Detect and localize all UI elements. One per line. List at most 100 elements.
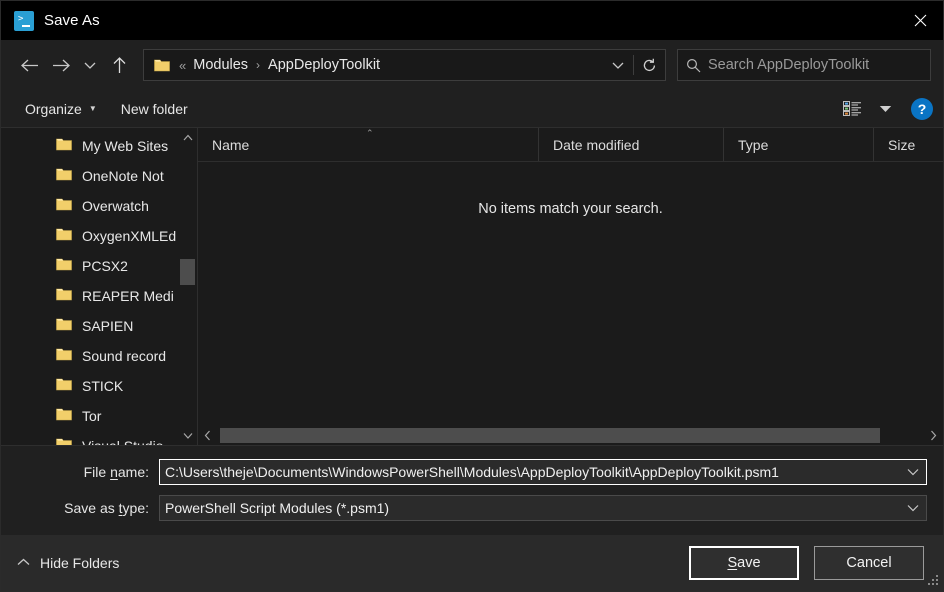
recent-locations-chevron-down-icon[interactable] — [77, 49, 103, 81]
save-as-type-row: Save as type: PowerShell Script Modules … — [17, 494, 927, 522]
tree-item-label: PCSX2 — [82, 258, 128, 274]
help-button[interactable]: ? — [911, 97, 933, 120]
titlebar: > Save As — [1, 1, 943, 40]
file-name-label: File name: — [17, 464, 159, 480]
tree-item[interactable]: Tor — [1, 401, 197, 431]
column-header-size[interactable]: Size — [874, 128, 943, 161]
chevron-down-icon[interactable] — [900, 504, 926, 512]
tree-item-label: Overwatch — [82, 198, 149, 214]
scrollbar-thumb[interactable] — [180, 259, 195, 285]
cancel-button-label: Cancel — [846, 555, 892, 571]
file-list-horizontal-scrollbar[interactable] — [198, 426, 943, 445]
organize-button[interactable]: Organize ▼ — [13, 95, 109, 123]
save-as-type-label-post: ype: — [122, 500, 149, 516]
powershell-icon: > — [14, 10, 34, 31]
tree-item-label: Tor — [82, 408, 102, 424]
hscrollbar-thumb[interactable] — [220, 428, 880, 443]
breadcrumb-item-modules[interactable]: Modules — [193, 57, 248, 73]
folder-icon — [56, 317, 72, 336]
scroll-right-chevron-right-icon[interactable] — [924, 426, 943, 445]
folder-icon — [56, 227, 72, 246]
chevron-down-icon: ▼ — [88, 103, 97, 113]
dialog-footer: Hide Folders Save Cancel — [1, 535, 943, 591]
tree-item[interactable]: My Web Sites — [1, 131, 197, 161]
new-folder-button[interactable]: New folder — [109, 95, 200, 123]
save-as-type-combobox[interactable]: PowerShell Script Modules (*.psm1) — [159, 495, 927, 521]
hide-folders-label: Hide Folders — [40, 555, 120, 571]
file-name-input[interactable]: C:\Users\theje\Documents\WindowsPowerShe… — [160, 464, 900, 480]
column-header-label: Date modified — [553, 136, 640, 153]
back-arrow-icon[interactable] — [13, 49, 45, 81]
refresh-icon[interactable] — [634, 50, 665, 80]
cancel-button[interactable]: Cancel — [814, 546, 924, 580]
breadcrumb-item-appdeploytoolkit[interactable]: AppDeployToolkit — [268, 57, 380, 73]
tree-item[interactable]: Visual Studio — [1, 431, 197, 445]
scroll-down-chevron-down-icon[interactable] — [178, 426, 197, 445]
tree-item[interactable]: OxygenXMLEd — [1, 221, 197, 251]
breadcrumb: « Modules › AppDeployToolkit — [179, 57, 602, 73]
column-header-name[interactable]: ⌃ Name — [198, 128, 539, 161]
command-bar: Organize ▼ New folder ? — [1, 90, 943, 127]
column-header-row: ⌃ Name Date modified Type Size — [198, 128, 943, 162]
tree-item[interactable]: Overwatch — [1, 191, 197, 221]
file-name-combobox[interactable]: C:\Users\theje\Documents\WindowsPowerShe… — [159, 459, 927, 485]
breadcrumb-overflow[interactable]: « — [179, 58, 193, 73]
tree-item[interactable]: OneNote Not — [1, 161, 197, 191]
tree-item-label: OneNote Not — [82, 168, 164, 184]
folder-icon — [56, 287, 72, 306]
close-icon[interactable] — [897, 1, 943, 40]
footer-buttons: Save Cancel — [689, 546, 924, 580]
view-options-chevron-down-icon[interactable] — [871, 94, 899, 124]
scrollbar-track[interactable] — [178, 147, 197, 426]
tree-item[interactable]: STICK — [1, 371, 197, 401]
forward-arrow-icon[interactable] — [45, 49, 77, 81]
folder-tree-list: My Web Sites OneNote Not Overwatch Oxyge… — [1, 128, 197, 445]
breadcrumb-separator: › — [256, 58, 261, 72]
save-as-type-value[interactable]: PowerShell Script Modules (*.psm1) — [160, 500, 900, 516]
column-header-date-modified[interactable]: Date modified — [539, 128, 724, 161]
tree-item[interactable]: Sound record — [1, 341, 197, 371]
address-bar-tools — [602, 50, 665, 80]
folder-icon — [56, 437, 72, 445]
search-box[interactable]: Search AppDeployToolkit — [677, 49, 931, 81]
tree-item-label: Sound record — [82, 348, 167, 364]
save-as-dialog: > Save As « Modules › AppDeployToolkit S… — [0, 0, 944, 592]
tree-item[interactable]: REAPER Medi — [1, 281, 197, 311]
column-header-label: Type — [738, 136, 769, 153]
folder-icon — [56, 407, 72, 426]
tree-item[interactable]: SAPIEN — [1, 311, 197, 341]
scroll-left-chevron-left-icon[interactable] — [198, 426, 217, 445]
folder-tree: My Web Sites OneNote Not Overwatch Oxyge… — [1, 128, 197, 445]
tree-item[interactable]: PCSX2 — [1, 251, 197, 281]
details-view-icon[interactable] — [835, 94, 869, 124]
file-name-row: File name: C:\Users\theje\Documents\Wind… — [17, 458, 927, 486]
folder-icon — [154, 58, 170, 72]
save-as-type-label-pre: Save as — [64, 500, 119, 516]
dialog-body: My Web Sites OneNote Not Overwatch Oxyge… — [1, 127, 943, 445]
save-as-type-label: Save as type: — [17, 500, 159, 516]
save-button[interactable]: Save — [689, 546, 799, 580]
address-chevron-down-icon[interactable] — [602, 50, 633, 80]
scroll-up-chevron-up-icon[interactable] — [178, 128, 197, 147]
file-list-pane: ⌃ Name Date modified Type Size No items … — [198, 128, 943, 445]
address-bar[interactable]: « Modules › AppDeployToolkit — [143, 49, 666, 81]
search-input[interactable]: Search AppDeployToolkit — [708, 57, 869, 73]
save-button-label: ave — [737, 555, 761, 571]
file-name-label-accel: n — [110, 464, 118, 480]
column-header-type[interactable]: Type — [724, 128, 874, 161]
window-title: Save As — [44, 12, 100, 29]
folder-tree-scrollbar[interactable] — [178, 128, 197, 445]
hscrollbar-track[interactable] — [217, 426, 924, 445]
folder-icon — [56, 137, 72, 156]
resize-grip[interactable] — [927, 575, 939, 587]
folder-icon — [56, 167, 72, 186]
chevron-down-icon[interactable] — [900, 468, 926, 476]
tree-item-label: OxygenXMLEd — [82, 228, 177, 244]
tree-item-label: SAPIEN — [82, 318, 134, 334]
folder-icon — [56, 197, 72, 216]
file-name-label-pre: File — [83, 464, 111, 480]
hide-folders-button[interactable]: Hide Folders — [17, 555, 119, 571]
tree-item-label: My Web Sites — [82, 138, 169, 154]
up-arrow-icon[interactable] — [103, 49, 135, 81]
folder-icon — [56, 347, 72, 366]
